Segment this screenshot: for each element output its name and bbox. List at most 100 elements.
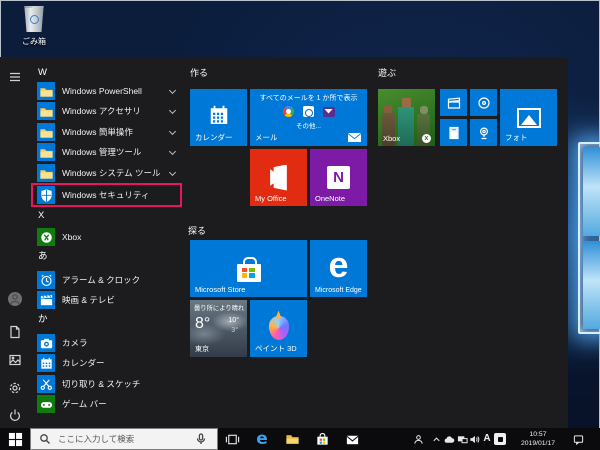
store-taskbar-icon[interactable] <box>314 431 330 447</box>
devices-tray-icon[interactable] <box>456 433 468 445</box>
tile-group-title-play[interactable]: 遊ぶ <box>378 66 396 79</box>
snip-sketch-icon <box>37 375 55 393</box>
app-list-item-windows-accessories[interactable]: Windows アクセサリ <box>33 101 181 121</box>
ime-mode-indicator[interactable]: A <box>481 433 493 445</box>
volume-icon[interactable] <box>468 433 480 445</box>
xbox-logo-icon: x <box>422 134 431 143</box>
calendar-icon <box>37 354 55 372</box>
chevron-down-icon[interactable] <box>169 107 176 114</box>
search-input[interactable] <box>58 434 191 444</box>
clock-time: 10:57 <box>512 430 564 439</box>
folder-icon <box>37 123 55 141</box>
people-tray-icon[interactable] <box>412 433 424 445</box>
hidden-icons-chevron[interactable] <box>430 433 442 445</box>
hamburger-menu-icon[interactable] <box>8 70 22 84</box>
app-list-item-label: カレンダー <box>62 353 105 373</box>
tile-label: フォト <box>505 132 528 143</box>
app-list-item-windows-admin-tools[interactable]: Windows 管理ツール <box>33 142 181 162</box>
xbox-avatar-figure <box>398 98 414 146</box>
app-list-section-header-w[interactable]: W <box>38 66 138 80</box>
tile-group-title-create[interactable]: 作る <box>190 66 208 79</box>
start-button[interactable] <box>7 431 23 447</box>
tile-microsoft-edge[interactable]: e Microsoft Edge <box>310 240 367 297</box>
movies-tv-icon <box>37 291 55 309</box>
tile-calendar[interactable]: カレンダー <box>190 89 247 146</box>
app-list-section-header-a[interactable]: あ <box>38 250 138 264</box>
app-list-item-windows-ease-of-access[interactable]: Windows 簡単操作 <box>33 122 181 142</box>
recycle-bin-icon[interactable]: ごみ箱 <box>10 6 58 52</box>
tile-label: Microsoft Store <box>195 285 245 294</box>
store-bag-icon <box>237 264 261 282</box>
documents-icon[interactable] <box>8 325 22 339</box>
search-icon <box>39 432 53 446</box>
onenote-logo-icon: N <box>327 166 350 189</box>
chevron-down-icon[interactable] <box>169 87 176 94</box>
onedrive-cloud-icon[interactable] <box>443 433 455 445</box>
folder-icon <box>37 164 55 182</box>
clock-date: 2019/01/17 <box>512 439 564 448</box>
chevron-down-icon[interactable] <box>169 148 176 155</box>
file-explorer-icon[interactable] <box>284 431 300 447</box>
tile-calculator-small[interactable] <box>440 119 467 146</box>
tile-microsoft-store[interactable]: Microsoft Store <box>190 240 307 297</box>
settings-gear-icon[interactable] <box>8 381 22 395</box>
app-list-section-header-x[interactable]: X <box>38 209 138 223</box>
app-list-item-camera[interactable]: カメラ <box>33 333 181 353</box>
taskbar-clock[interactable]: 10:57 2019/01/17 <box>512 430 564 448</box>
app-list-section-header-ka[interactable]: か <box>38 313 138 327</box>
app-list-item-windows-system-tools[interactable]: Windows システム ツール <box>33 163 181 183</box>
power-icon[interactable] <box>8 408 22 422</box>
tile-mail[interactable]: すべてのメールを 1 か所で表示 その他... メール <box>250 89 367 146</box>
weather-city: 東京 <box>195 344 209 354</box>
tile-photos[interactable]: フォト <box>500 89 557 146</box>
tile-paint-3d[interactable]: ペイント 3D <box>250 300 307 357</box>
app-list-item-windows-security[interactable]: Windows セキュリティ <box>33 185 181 205</box>
tile-my-office[interactable]: My Office <box>250 149 307 206</box>
recycle-bin-glyph <box>23 6 45 32</box>
pictures-icon[interactable] <box>8 353 22 367</box>
edge-logo-icon: e <box>328 247 348 283</box>
app-list-item-label: Windows システム ツール <box>62 163 160 183</box>
folder-icon <box>37 143 55 161</box>
tile-group-title-explore[interactable]: 探る <box>188 224 206 237</box>
task-view-icon[interactable] <box>224 431 240 447</box>
app-list-item-alarms-clock[interactable]: アラーム & クロック <box>33 270 181 290</box>
taskbar-search[interactable] <box>30 428 218 450</box>
ime-icon[interactable] <box>494 433 506 445</box>
shield-icon <box>37 186 55 204</box>
account-avatar[interactable] <box>8 292 22 306</box>
app-list-item-label: Windows 簡単操作 <box>62 122 133 142</box>
mail-taskbar-icon[interactable] <box>344 431 360 447</box>
app-list-item-label: アラーム & クロック <box>62 270 140 290</box>
app-list-item-movies-tv[interactable]: 映画 & テレビ <box>33 290 181 310</box>
app-list-item-windows-powershell[interactable]: Windows PowerShell <box>33 81 181 101</box>
tile-movies-tv-small[interactable] <box>440 89 467 116</box>
chevron-down-icon[interactable] <box>169 128 176 135</box>
mail-tile-more: その他... <box>250 120 367 130</box>
app-list-item-snip-sketch[interactable]: 切り取り & スケッチ <box>33 374 181 394</box>
app-list-item-game-bar[interactable]: ゲーム バー <box>33 394 181 414</box>
tile-groove-music-small[interactable] <box>470 89 497 116</box>
paint-3d-icon <box>269 316 289 340</box>
camera-icon <box>37 334 55 352</box>
microphone-icon[interactable] <box>195 432 209 446</box>
tile-label: Microsoft Edge <box>315 287 362 294</box>
chevron-down-icon[interactable] <box>169 169 176 176</box>
tile-label: メール <box>255 132 278 143</box>
action-center-icon[interactable] <box>572 433 584 445</box>
calendar-icon <box>207 102 231 133</box>
folder-icon <box>37 82 55 100</box>
exchange-icon <box>303 106 314 117</box>
app-list-item-xbox[interactable]: Xbox <box>33 227 181 247</box>
office-logo-icon <box>268 165 290 191</box>
app-list-item-label: 映画 & テレビ <box>62 290 115 310</box>
envelope-icon <box>348 133 361 142</box>
app-list-item-calendar[interactable]: カレンダー <box>33 353 181 373</box>
edge-taskbar-icon[interactable]: e <box>254 431 270 447</box>
tile-xbox[interactable]: Xbox x <box>378 89 435 146</box>
tile-weather[interactable]: 曇り所により晴れ 8° 10° 3° 東京 <box>190 300 247 357</box>
tile-camera-small[interactable] <box>470 119 497 146</box>
taskbar: e A 10:57 2019/01/17 <box>0 428 600 450</box>
tile-onenote[interactable]: N OneNote <box>310 149 367 206</box>
photos-icon <box>517 108 541 128</box>
